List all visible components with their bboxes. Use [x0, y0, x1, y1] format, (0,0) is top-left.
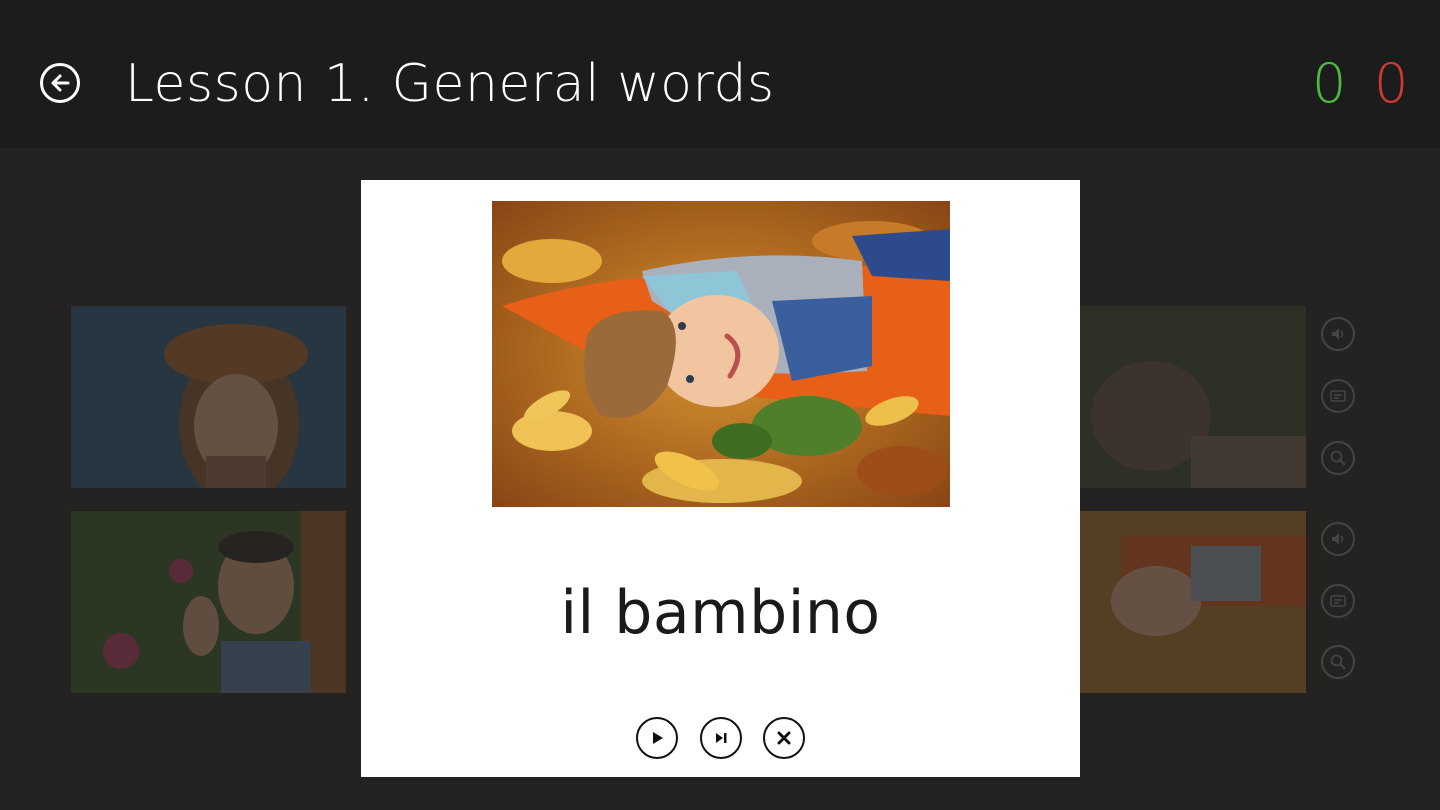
word-tile[interactable] — [71, 511, 346, 693]
magnifier-button[interactable] — [1321, 645, 1355, 679]
next-button[interactable] — [700, 717, 742, 759]
correct-count: 0 — [1312, 52, 1347, 115]
word-tile[interactable] — [71, 306, 346, 488]
magnifier-button[interactable] — [1321, 441, 1355, 475]
play-icon — [653, 732, 663, 744]
man-on-phone-photo — [71, 511, 346, 693]
magnifier-icon — [1330, 450, 1346, 466]
close-button[interactable] — [763, 717, 805, 759]
speaker-button[interactable] — [1321, 522, 1355, 556]
woman-in-hat-photo — [71, 306, 346, 488]
card-icon — [1330, 390, 1346, 402]
word-text: il bambino — [560, 578, 881, 648]
card-button[interactable] — [1321, 584, 1355, 618]
word-card-dialog: il bambino — [361, 180, 1080, 777]
skip-next-icon — [716, 733, 727, 743]
card-button[interactable] — [1321, 379, 1355, 413]
boy-lying-in-autumn-leaves — [492, 201, 950, 507]
close-icon — [777, 731, 791, 745]
back-arrow-icon — [51, 74, 70, 92]
back-button[interactable] — [40, 63, 80, 103]
speaker-button[interactable] — [1321, 317, 1355, 351]
header-bar: Lesson 1. General words 0 0 — [0, 0, 1440, 148]
speaker-icon — [1332, 328, 1344, 340]
page-title: Lesson 1. General words — [125, 54, 775, 114]
card-icon — [1330, 595, 1346, 607]
wrong-count: 0 — [1374, 52, 1409, 115]
speaker-icon — [1332, 533, 1344, 545]
word-image — [492, 201, 950, 507]
magnifier-icon — [1330, 654, 1346, 670]
play-button[interactable] — [636, 717, 678, 759]
